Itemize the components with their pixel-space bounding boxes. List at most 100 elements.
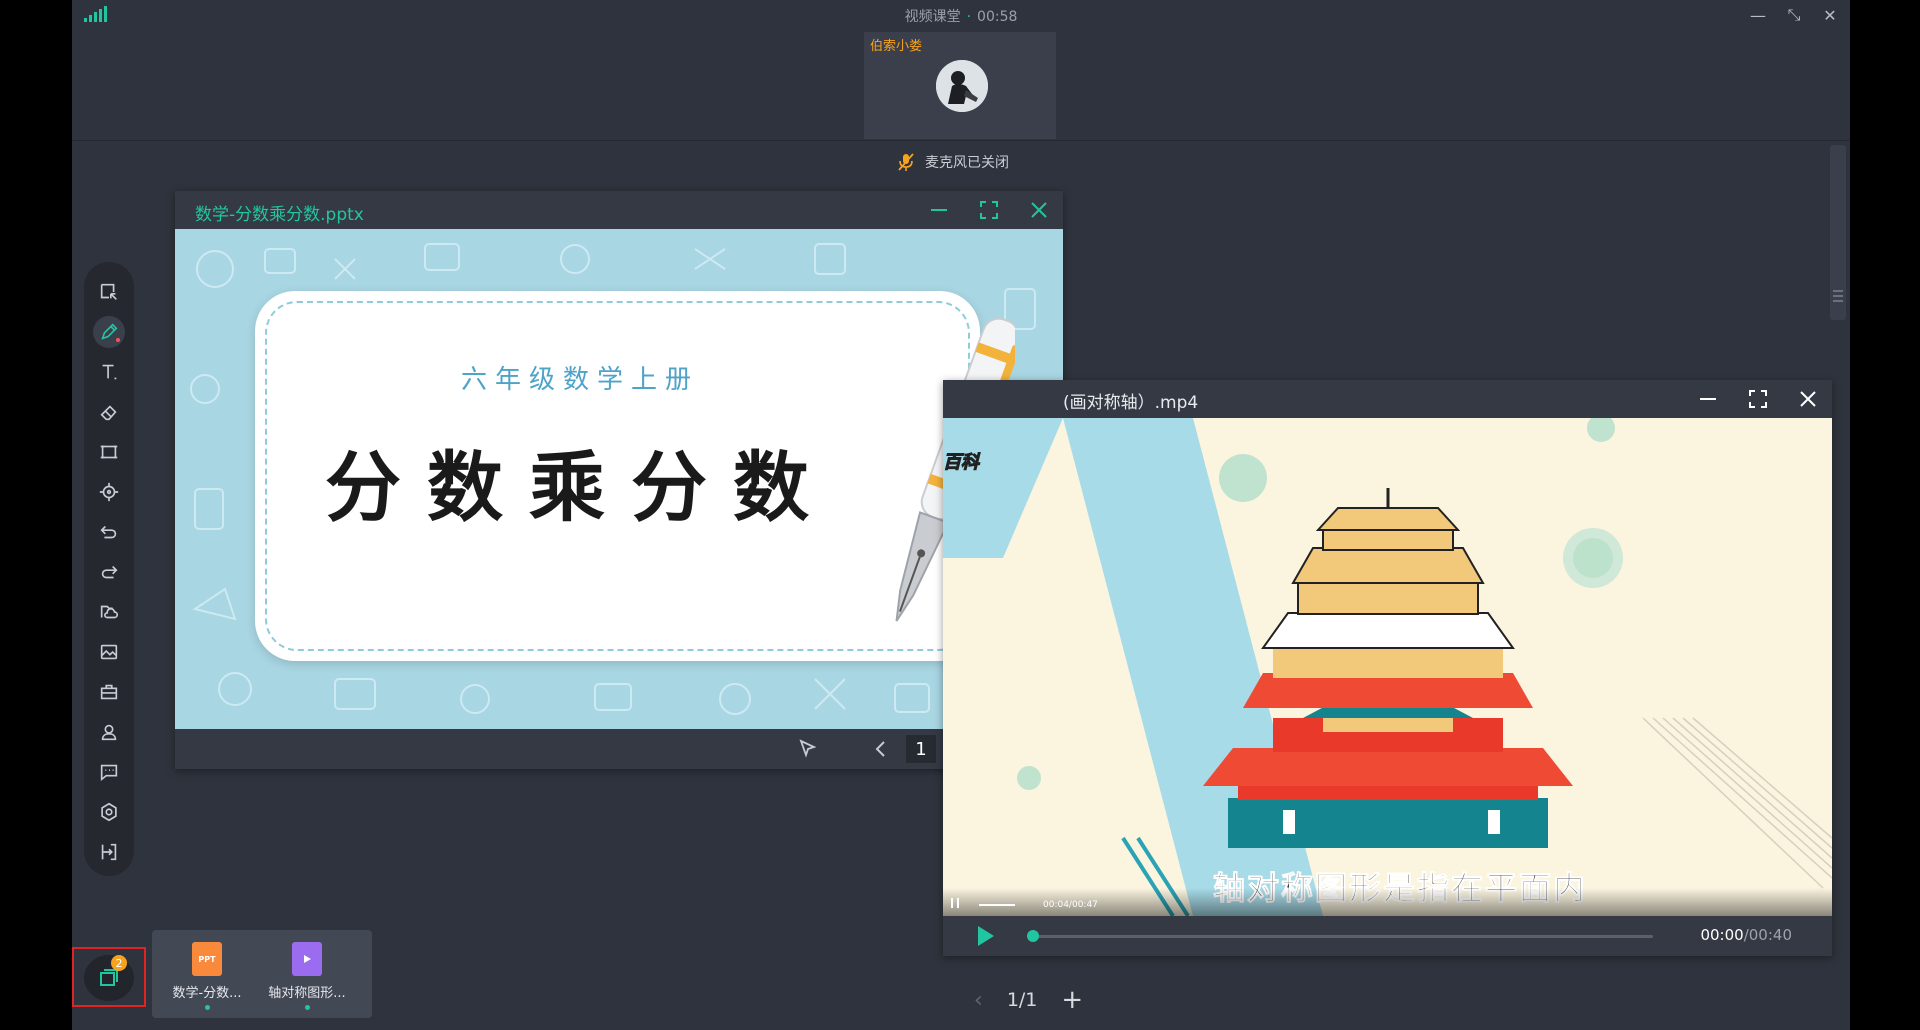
board-prev-button[interactable]: ‹ (974, 988, 983, 1013)
video-file-icon (292, 942, 322, 976)
toolbox-icon (100, 684, 118, 700)
user-icon (101, 724, 117, 741)
undo-button[interactable] (93, 516, 125, 548)
exit-button[interactable] (93, 836, 125, 868)
minimize-icon (931, 209, 947, 211)
eraser-icon (100, 405, 117, 421)
pointer-tool-icon[interactable] (796, 737, 820, 761)
cloud-drive-button[interactable] (93, 596, 125, 628)
status-dot: · (966, 9, 972, 25)
ppt-window-controls (925, 197, 1053, 223)
close-icon (1800, 391, 1816, 407)
cloud-folder-icon (100, 605, 119, 619)
video-frame[interactable]: 百科 轴对称图形是指在平面内 00:04/00:47 (943, 418, 1832, 916)
students-button[interactable] (93, 716, 125, 748)
window-title: 视频课堂 · 00:58 (72, 6, 1850, 26)
slide-subtitle: 六年级数学上册 (460, 365, 699, 395)
play-icon[interactable] (978, 926, 994, 946)
text-icon (102, 364, 117, 380)
video-progress-knob[interactable] (1027, 930, 1039, 942)
video-window-controls (1694, 386, 1822, 412)
video-fullscreen-button[interactable] (1744, 386, 1772, 412)
redo-button[interactable] (93, 556, 125, 588)
pen-color-dot (116, 338, 120, 342)
avatar (936, 60, 988, 112)
text-tool[interactable] (93, 356, 125, 388)
video-current-time: 00:00 (1700, 926, 1744, 944)
prev-page-icon[interactable] (874, 740, 888, 758)
scroll-grip-icon (1833, 290, 1843, 292)
exit-icon (101, 843, 117, 861)
video-scene-pavilion (943, 418, 1832, 916)
tray-item-label: 轴对称图形... (268, 986, 346, 1001)
image-icon (100, 644, 118, 660)
fullscreen-icon (980, 201, 998, 219)
mic-muted-icon (898, 153, 914, 171)
toolbox-button[interactable] (93, 676, 125, 708)
tray-item-label: 数学-分数... (172, 986, 242, 1001)
mic-status-text: 麦克风已关闭 (925, 155, 1009, 171)
board-pager: ‹ 1/1 + (974, 985, 1083, 1015)
ppt-fullscreen-button[interactable] (975, 197, 1003, 223)
open-indicator-dot (304, 1005, 310, 1010)
redo-icon (101, 565, 118, 579)
scrollbar[interactable] (1830, 145, 1846, 320)
chat-icon (100, 764, 118, 782)
laser-pointer-tool[interactable] (93, 476, 125, 508)
minimize-button[interactable]: — (1746, 4, 1770, 26)
embedded-pause-icon (951, 898, 959, 908)
video-progress-bar[interactable] (1027, 930, 1653, 942)
minimize-icon (1700, 398, 1716, 400)
slide-title-card: 六年级数学上册 分数乘分数 (255, 291, 980, 661)
video-duration: 00:40 (1748, 926, 1792, 944)
ppt-window[interactable]: 数学-分数乘分数.pptx 六年级数学上册 分数乘分数 1 (175, 191, 1063, 769)
video-minimize-button[interactable] (1694, 386, 1722, 412)
title-bar: 视频课堂 · 00:58 — ⤡ ✕ (72, 0, 1850, 30)
current-page-input[interactable]: 1 (906, 735, 937, 763)
settings-button[interactable] (93, 796, 125, 828)
open-indicator-dot (204, 1005, 210, 1010)
embedded-time: 00:04/00:47 (1043, 900, 1098, 910)
select-icon (100, 283, 117, 300)
add-board-button[interactable]: + (1061, 985, 1083, 1015)
restore-button[interactable]: ⤡ (1782, 4, 1806, 26)
undo-icon (100, 525, 117, 539)
close-app-button[interactable]: ✕ (1818, 4, 1842, 26)
slide-title: 分数乘分数 (325, 443, 835, 532)
courseware-tray: PPT 数学-分数... 轴对称图形... (152, 930, 372, 1018)
ppt-slide[interactable]: 六年级数学上册 分数乘分数 (175, 229, 1063, 729)
video-controls: 00:00/00:40 (943, 916, 1832, 956)
mic-status: 麦克风已关闭 (897, 152, 1009, 172)
app-title: 视频课堂 (904, 9, 961, 25)
embedded-player-bar: 00:04/00:47 (943, 888, 1832, 916)
pen-tool[interactable] (93, 316, 125, 348)
embedded-volume-slider (979, 904, 1015, 906)
eraser-tool[interactable] (93, 396, 125, 428)
teacher-name: 伯索小娄 (870, 39, 923, 54)
ppt-minimize-button[interactable] (925, 197, 953, 223)
video-close-button[interactable] (1794, 386, 1822, 412)
video-window[interactable]: (画对称轴）.mp4 百科 00:04/00:47 00:00/00:40 (943, 380, 1832, 956)
drawing-toolbar (84, 262, 134, 876)
teacher-video-tile[interactable]: 伯索小娄 (864, 32, 1056, 139)
video-window-title: (画对称轴）.mp4 (1063, 393, 1199, 413)
ppt-window-title: 数学-分数乘分数.pptx (195, 205, 364, 225)
close-icon (1031, 202, 1047, 218)
fullscreen-icon (1749, 390, 1767, 408)
ppt-file-icon: PPT (192, 942, 222, 976)
ppt-close-button[interactable] (1025, 197, 1053, 223)
elapsed-time: 00:58 (977, 9, 1018, 25)
stage-divider (72, 140, 1850, 141)
video-window-header[interactable]: (画对称轴）.mp4 (943, 380, 1832, 418)
select-tool[interactable] (93, 276, 125, 308)
ppt-window-header[interactable]: 数学-分数乘分数.pptx (175, 191, 1063, 229)
crosshair-icon (99, 482, 119, 502)
chat-button[interactable] (93, 756, 125, 788)
tray-item-ppt[interactable]: PPT 数学-分数... (157, 940, 257, 1010)
video-brand-overlay: 百科 (943, 452, 980, 474)
window-controls: — ⤡ ✕ (1746, 4, 1842, 26)
image-button[interactable] (93, 636, 125, 668)
board-page-label: 1/1 (1006, 989, 1038, 1011)
shape-tool[interactable] (93, 436, 125, 468)
tray-item-video[interactable]: 轴对称图形... (257, 940, 357, 1010)
